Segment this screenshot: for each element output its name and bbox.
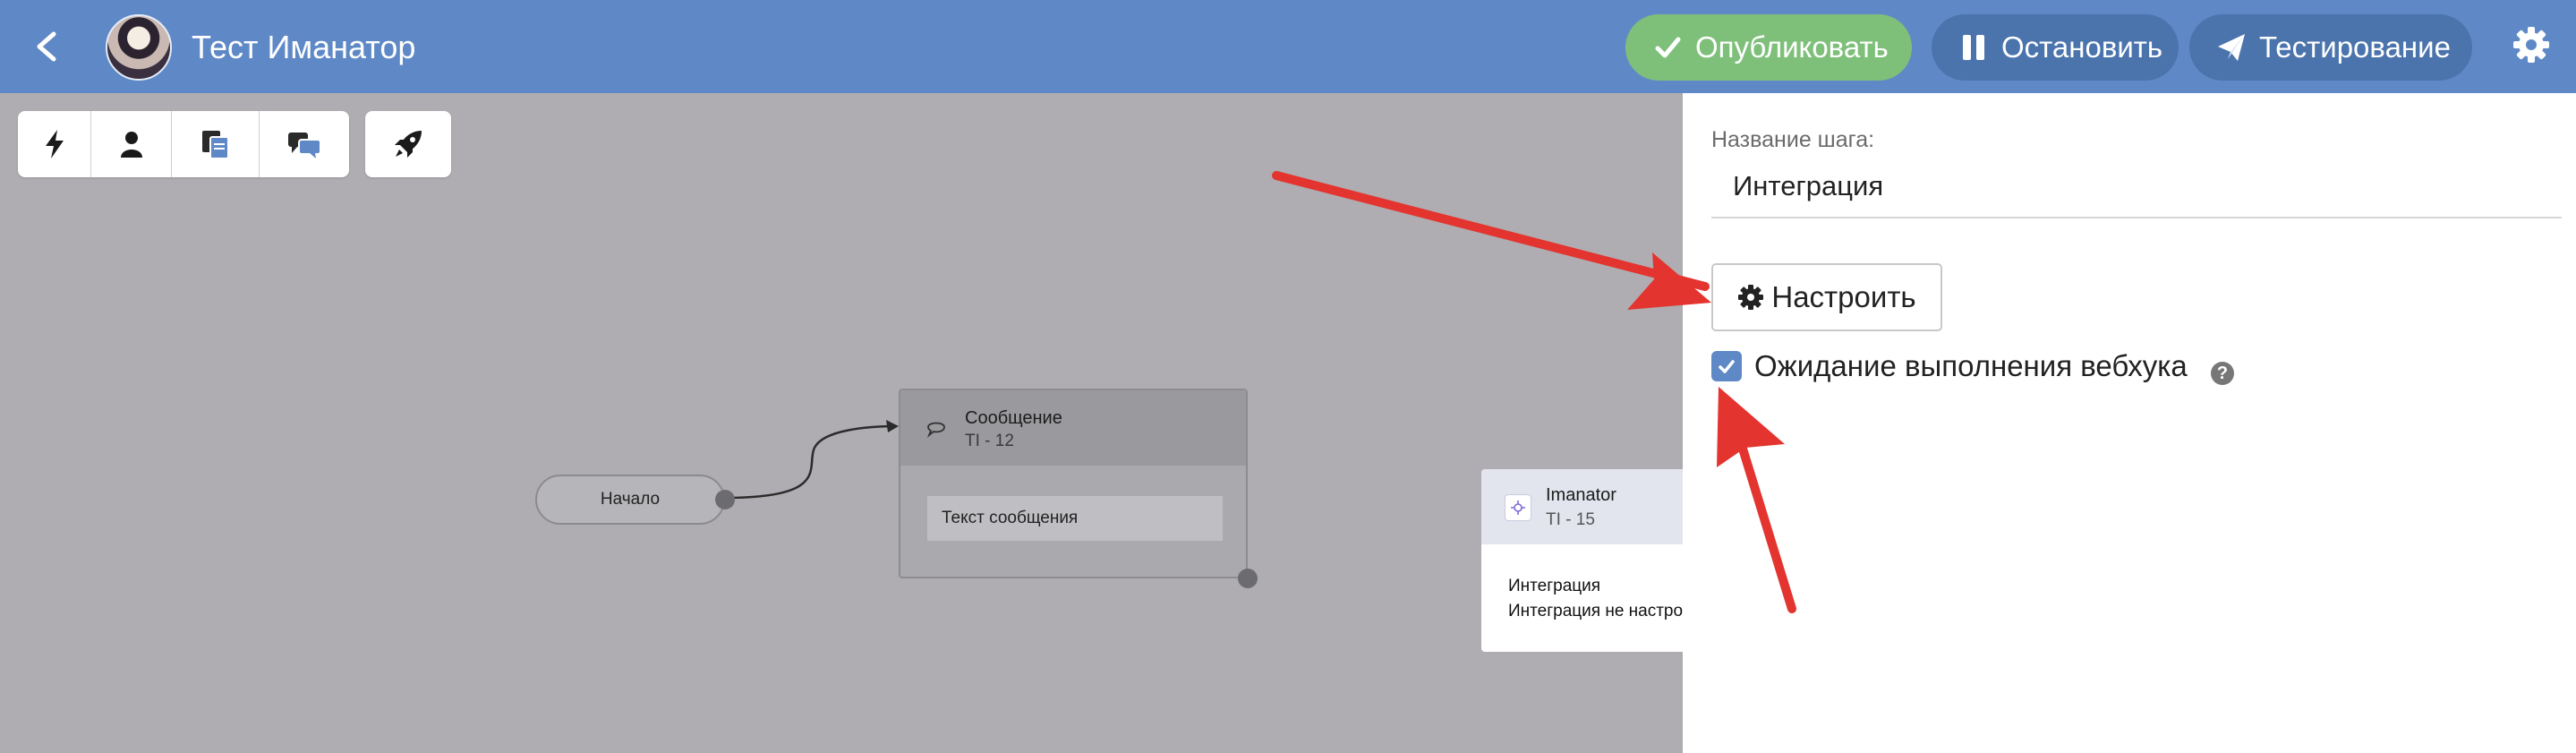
checkmark-icon bbox=[1719, 360, 1735, 373]
message-node-id: TI - 12 bbox=[965, 432, 1014, 450]
message-node[interactable]: Сообщение TI - 12 Текст сообщения bbox=[899, 389, 1248, 578]
start-output-port[interactable] bbox=[715, 490, 735, 509]
step-settings-panel: Название шага: Настроить Ожидание выполн… bbox=[1683, 93, 2576, 753]
integration-node-id: TI - 15 bbox=[1546, 510, 1595, 529]
configure-label: Настроить bbox=[1771, 280, 1916, 313]
wait-webhook-label[interactable]: Ожидание выполнения вебхука bbox=[1754, 349, 2188, 383]
step-name-input[interactable] bbox=[1711, 156, 2562, 218]
message-node-text[interactable]: Текст сообщения bbox=[927, 496, 1223, 541]
message-node-header: Сообщение TI - 12 bbox=[900, 390, 1246, 466]
speech-bubble-icon bbox=[926, 422, 945, 438]
start-node-label: Начало bbox=[600, 490, 661, 509]
help-icon[interactable]: ? bbox=[2211, 362, 2234, 385]
configure-button[interactable]: Настроить bbox=[1711, 263, 1942, 331]
integration-node-status: Интеграция не настрое bbox=[1508, 602, 1687, 620]
integration-node-title: Imanator bbox=[1546, 485, 1616, 505]
message-output-port[interactable] bbox=[1238, 569, 1258, 588]
integration-node[interactable]: Imanator TI - 15 Интеграция Интеграция н… bbox=[1481, 469, 1687, 652]
gear-icon bbox=[1738, 285, 1764, 310]
step-name-label: Название шага: bbox=[1711, 127, 1875, 152]
wait-webhook-checkbox[interactable] bbox=[1711, 351, 1742, 381]
integration-node-header: Imanator TI - 15 bbox=[1481, 469, 1687, 544]
integration-node-type: Интеграция bbox=[1508, 577, 1601, 595]
imanator-icon bbox=[1505, 494, 1531, 521]
start-node[interactable]: Начало bbox=[535, 475, 725, 525]
message-node-title: Сообщение bbox=[965, 408, 1062, 428]
